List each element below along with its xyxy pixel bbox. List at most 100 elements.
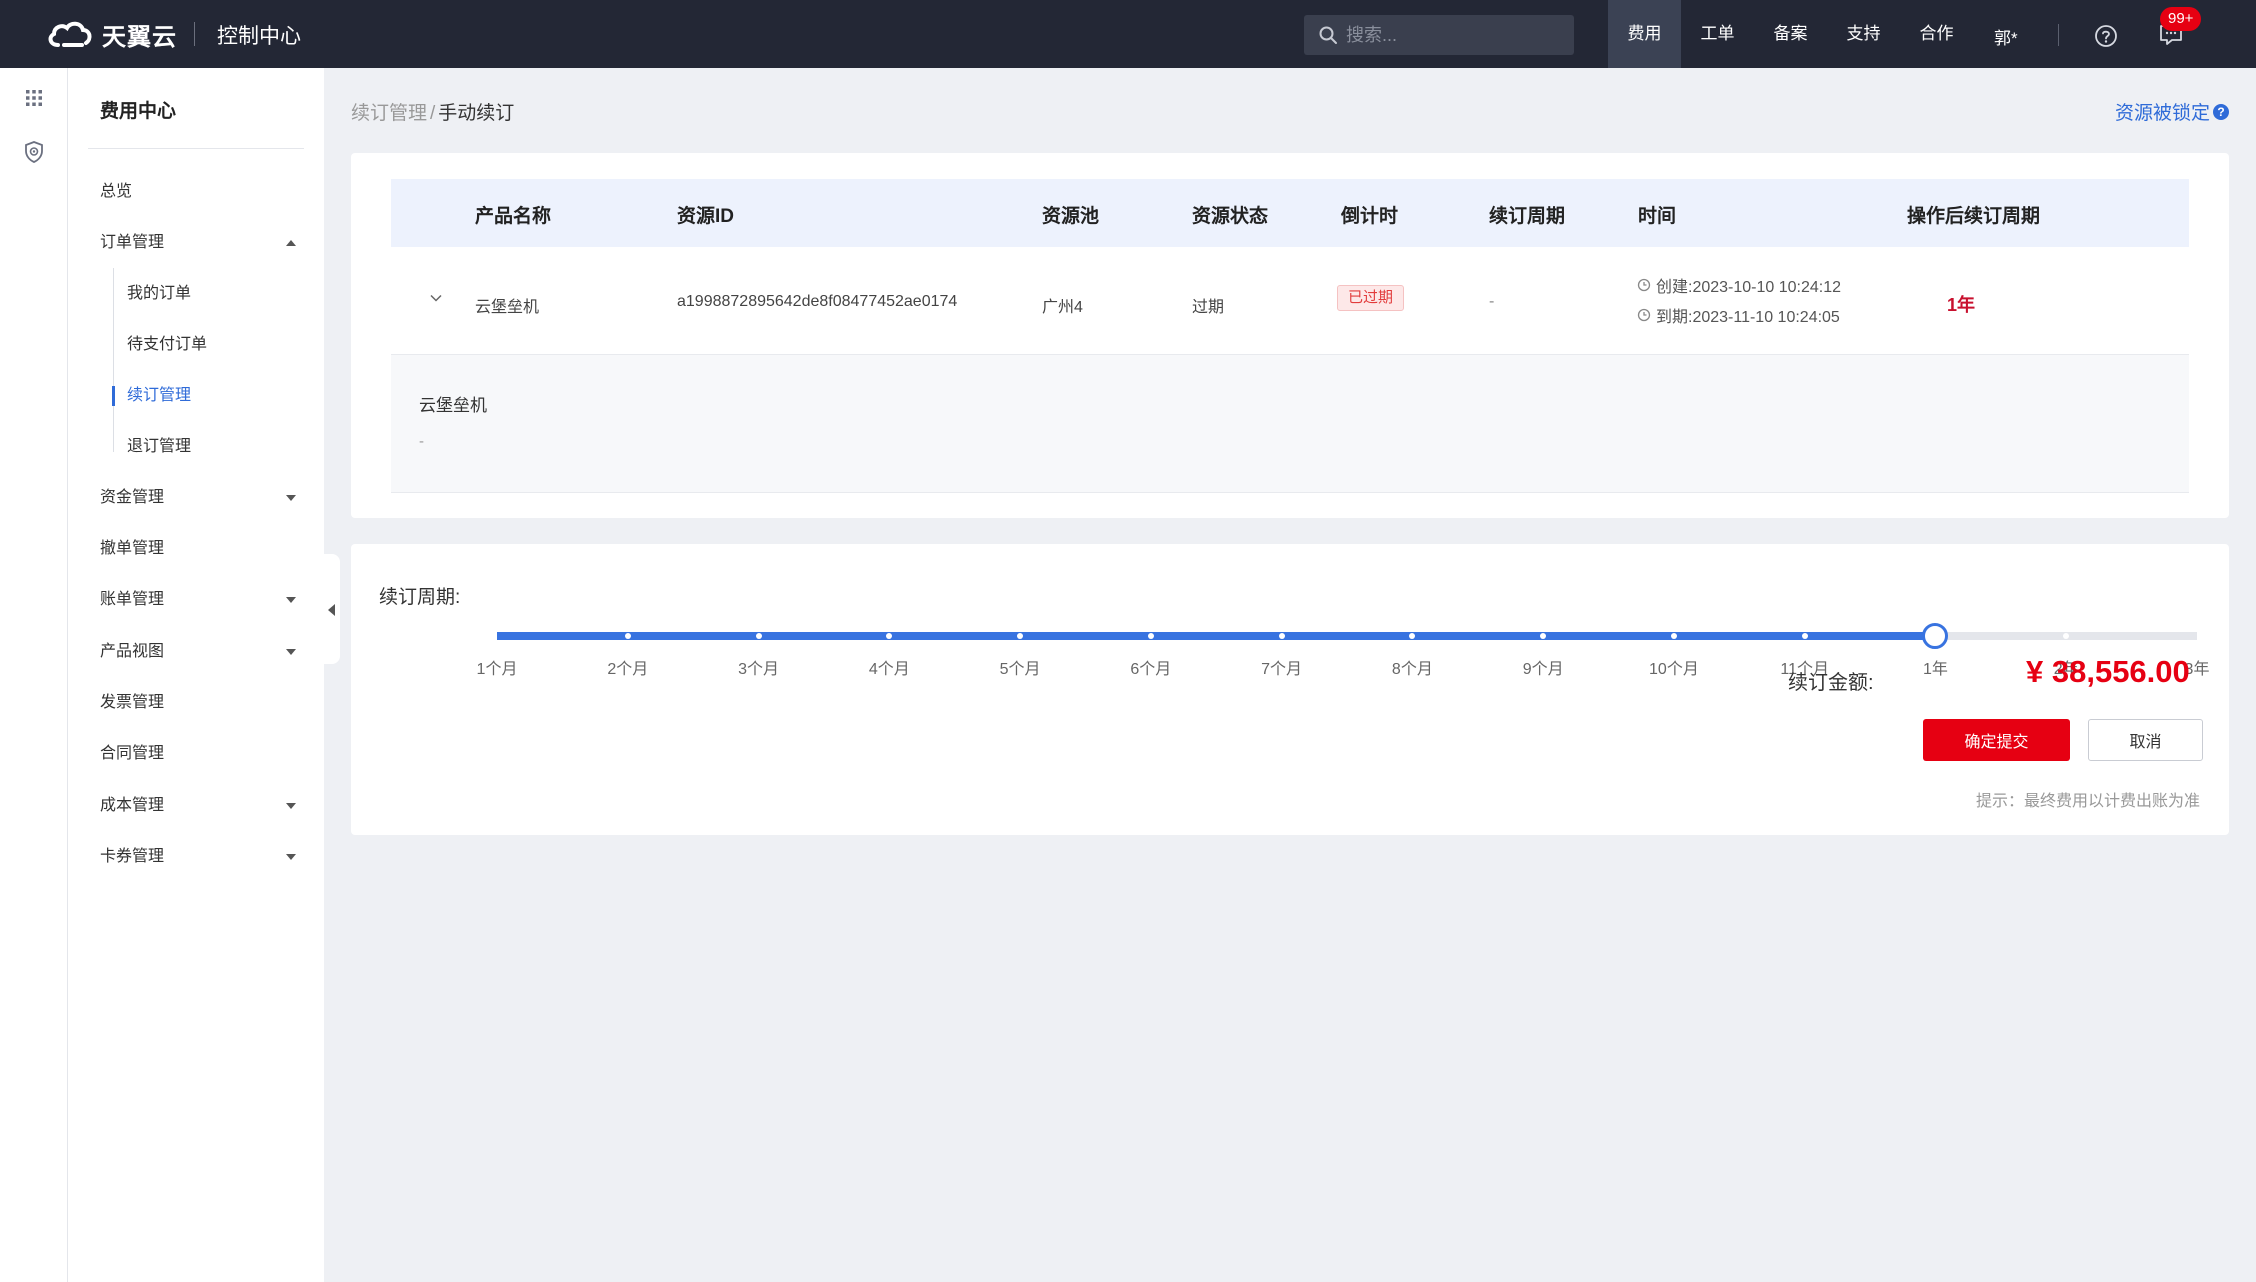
slider-step-label[interactable]: 7个月 [1261, 655, 1302, 679]
renewal-card: 续订周期: 1个月 2个月 3个月 4个月 5个月 6个月 7个月 8个月 9个月 10个月 11个… [351, 544, 2229, 835]
slider-step-label[interactable]: 5个月 [1000, 655, 1041, 679]
question-icon: ? [2213, 103, 2230, 120]
sidebar-item-product-view[interactable]: 产品视图 [100, 640, 300, 664]
sidebar-item-label: 卡券管理 [100, 848, 165, 865]
chevron-up-icon [286, 240, 296, 246]
slider-step-dot[interactable] [755, 633, 762, 639]
sidebar-item-orders[interactable]: 订单管理 [100, 231, 300, 255]
slider-step-dot[interactable] [1147, 633, 1154, 639]
grid-icon[interactable] [22, 86, 46, 110]
slider-thumb[interactable] [1922, 623, 1949, 649]
expire-time: 到期:2023-11-10 10:24:05 [1637, 303, 1840, 327]
sidebar-item-overview[interactable]: 总览 [100, 180, 300, 204]
nav-support[interactable]: 支持 [1827, 0, 1900, 68]
nav-filing[interactable]: 备案 [1754, 0, 1827, 68]
cell-renew-period: - [1489, 293, 1495, 310]
table-row: 云堡垒机 a1998872895642de8f08477452ae0174 广州… [391, 247, 2189, 355]
user-menu[interactable]: 郭* [1994, 24, 2018, 49]
search-input[interactable] [1346, 24, 1566, 46]
sidebar-item-coupons[interactable]: 卡券管理 [100, 845, 300, 869]
nav-partner[interactable]: 合作 [1900, 0, 1973, 68]
countdown-expired-tag: 已过期 [1337, 285, 1405, 311]
sidebar-item-invoices[interactable]: 发票管理 [100, 691, 300, 715]
submenu-active-indicator [112, 386, 115, 406]
slider-step-label[interactable]: 1年 [1923, 655, 1948, 679]
sidebar-item-label: 总览 [100, 183, 133, 200]
sidebar-item-label: 发票管理 [100, 694, 165, 711]
slider-step-label[interactable]: 2个月 [607, 655, 648, 679]
clock-icon [1637, 278, 1651, 292]
resource-table-card: 产品名称 资源ID 资源池 资源状态 倒计时 续订周期 时间 操作后续订周期 云… [351, 153, 2229, 518]
slider-step-label[interactable]: 3个月 [738, 655, 779, 679]
cancel-button[interactable]: 取消 [2088, 719, 2203, 761]
sidebar-item-label: 产品视图 [100, 643, 165, 660]
submenu-line [113, 268, 114, 452]
logo-divider [194, 22, 195, 46]
sidebar-collapse-toggle[interactable] [322, 554, 340, 664]
created-time: 创建:2023-10-10 10:24:12 [1637, 273, 1841, 297]
nav-tickets[interactable]: 工单 [1681, 0, 1754, 68]
th-period-after: 操作后续订周期 [1907, 206, 2041, 227]
breadcrumb: 续订管理 / 手动续订 [351, 98, 514, 125]
cell-resource-id: a1998872895642de8f08477452ae0174 [677, 293, 958, 310]
renewal-amount: ¥ 38,556.00 [2026, 654, 2190, 689]
submit-button[interactable]: 确定提交 [1923, 719, 2070, 761]
billing-hint: 提示：最终费用以计费出账为准 [1976, 793, 2201, 810]
help-icon[interactable] [2094, 24, 2118, 48]
console-title[interactable]: 控制中心 [217, 20, 301, 50]
th-time: 时间 [1638, 206, 1677, 227]
sidebar-title: 费用中心 [100, 101, 177, 122]
sidebar-item-pending-orders[interactable]: 待支付订单 [127, 333, 207, 357]
nav-fees[interactable]: 费用 [1608, 0, 1681, 68]
search-box[interactable] [1304, 15, 1574, 55]
sidebar-item-label: 成本管理 [100, 797, 165, 814]
cell-period-after: 1年 [1947, 295, 1976, 315]
th-countdown: 倒计时 [1341, 206, 1399, 227]
sidebar-item-cancellation[interactable]: 撤单管理 [100, 537, 300, 561]
sidebar-item-label: 账单管理 [100, 591, 165, 608]
slider-step-label[interactable]: 6个月 [1130, 655, 1171, 679]
sidebar-item-costs[interactable]: 成本管理 [100, 794, 300, 818]
resource-locked-link[interactable]: 资源被锁定 ? [2115, 98, 2230, 125]
sidebar-item-my-orders[interactable]: 我的订单 [127, 282, 191, 306]
brand-logo[interactable]: 天翼云 [44, 14, 177, 54]
expire-time-text: 到期:2023-11-10 10:24:05 [1656, 309, 1840, 326]
renewal-period-slider[interactable]: 1个月 2个月 3个月 4个月 5个月 6个月 7个月 8个月 9个月 10个月 11个月 1年 2年 3… [477, 590, 2209, 678]
th-resource-pool: 资源池 [1042, 206, 1100, 227]
slider-step-label[interactable]: 8个月 [1392, 655, 1433, 679]
slider-step-dot[interactable] [1801, 633, 1808, 639]
chevron-down-icon [286, 495, 296, 501]
sidebar-item-unsubscribe[interactable]: 退订管理 [127, 435, 191, 459]
chevron-left-icon [328, 604, 335, 616]
resource-locked-label: 资源被锁定 [2115, 103, 2211, 124]
cloud-logo-icon [48, 21, 92, 47]
th-resource-id: 资源ID [677, 206, 735, 227]
search-icon [1319, 26, 1337, 44]
chevron-down-icon[interactable] [429, 291, 443, 305]
th-product-name: 产品名称 [475, 206, 552, 227]
shield-icon[interactable] [22, 140, 46, 164]
top-bar: 天翼云 控制中心 费用 工单 备案 支持 合作 郭* 99+ [0, 0, 2256, 68]
breadcrumb-separator: / [430, 103, 436, 124]
slider-step-label[interactable]: 4个月 [869, 655, 910, 679]
sidebar-item-funds[interactable]: 资金管理 [100, 486, 300, 510]
brand-name: 天翼云 [102, 23, 177, 51]
sidebar-item-bills[interactable]: 账单管理 [100, 588, 300, 612]
slider-step-label[interactable]: 1个月 [477, 655, 518, 679]
breadcrumb-parent[interactable]: 续订管理 [351, 103, 427, 124]
slider-step-dot[interactable] [1278, 633, 1285, 639]
chevron-down-icon [286, 597, 296, 603]
sidebar-item-renewal[interactable]: 续订管理 [127, 384, 191, 408]
renewal-amount-label: 续订金额: [1788, 672, 1874, 694]
table-header: 产品名称 资源ID 资源池 资源状态 倒计时 续订周期 时间 操作后续订周期 [391, 179, 2189, 247]
icon-rail [0, 68, 68, 1282]
sidebar-item-label: 订单管理 [100, 234, 165, 251]
slider-step-label[interactable]: 9个月 [1523, 655, 1564, 679]
slider-step-label[interactable]: 10个月 [1649, 655, 1699, 679]
sidebar-item-contracts[interactable]: 合同管理 [100, 742, 300, 766]
chevron-down-icon [286, 803, 296, 809]
slider-step-dot[interactable] [1670, 633, 1677, 639]
renewal-period-label: 续订周期: [379, 587, 461, 608]
slider-step-dot[interactable] [624, 633, 631, 639]
sidebar-divider [88, 148, 304, 149]
